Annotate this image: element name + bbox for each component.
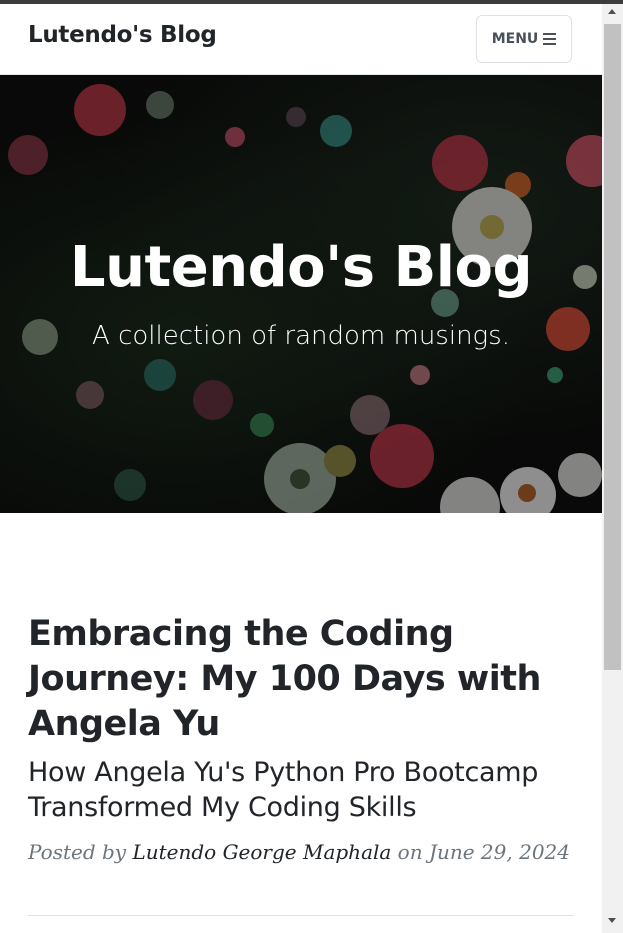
post-date: June 29, 2024 [428, 840, 570, 864]
hero-header: Lutendo's Blog A collection of random mu… [0, 75, 602, 513]
hamburger-icon [543, 33, 557, 45]
post-subtitle[interactable]: How Angela Yu's Python Pro Bootcamp Tran… [28, 755, 574, 825]
page-viewport: Lutendo's Blog MENU Lutendo's Blog A col… [0, 4, 602, 933]
hero-subtitle: A collection of random musings. [92, 321, 510, 351]
navbar-brand[interactable]: Lutendo's Blog [28, 22, 217, 48]
post-meta-on: on [397, 840, 423, 864]
scrollbar-thumb[interactable] [604, 24, 621, 670]
post-meta: Posted by Lutendo George Maphala on June… [28, 840, 574, 864]
post-title[interactable]: Embracing the Coding Journey: My 100 Day… [28, 612, 574, 747]
post-author-link[interactable]: Lutendo George Maphala [132, 840, 391, 864]
navbar: Lutendo's Blog MENU [0, 4, 602, 75]
scroll-up-arrow-icon[interactable] [608, 9, 616, 14]
post-divider [28, 915, 574, 916]
post-meta-prefix: Posted by [28, 840, 127, 864]
scroll-down-arrow-icon[interactable] [608, 918, 616, 923]
post-preview[interactable]: Embracing the Coding Journey: My 100 Day… [28, 612, 574, 864]
hero-title: Lutendo's Blog [69, 235, 533, 300]
menu-button[interactable]: MENU [476, 15, 572, 63]
menu-button-label: MENU [491, 31, 539, 47]
vertical-scrollbar[interactable] [602, 4, 623, 933]
